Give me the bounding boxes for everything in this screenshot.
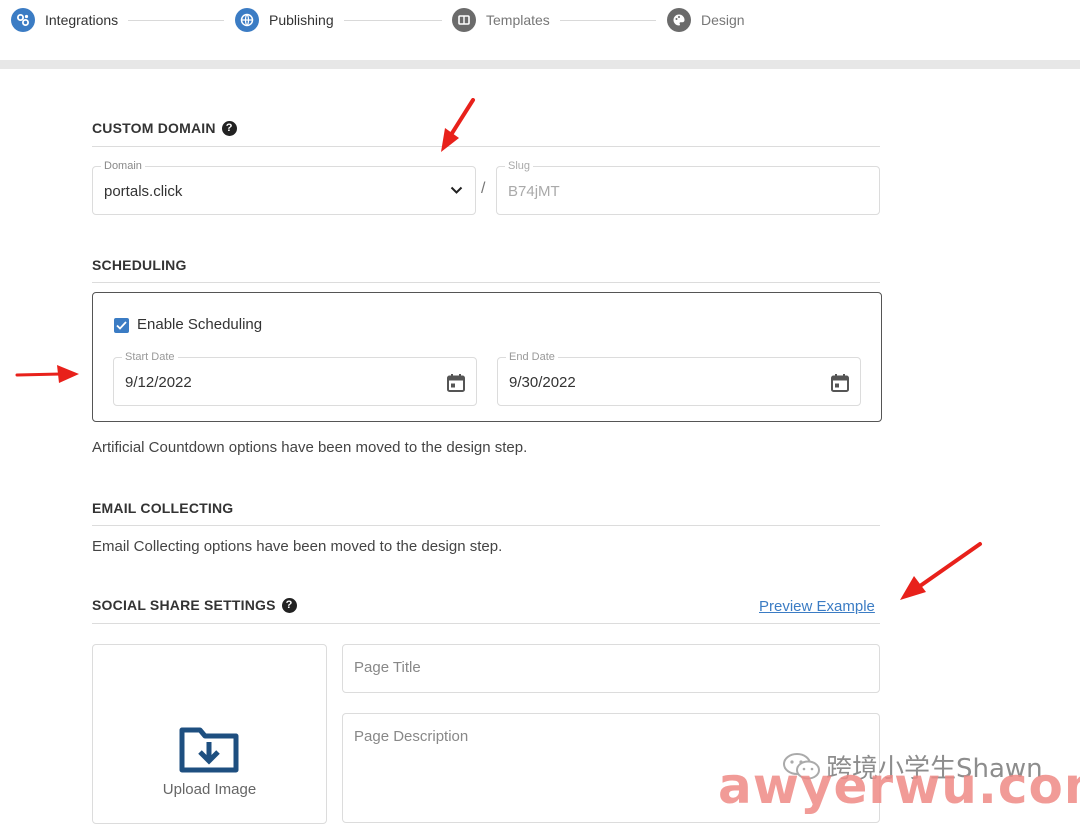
- step-connector: [560, 20, 656, 21]
- layout-icon: [452, 8, 476, 32]
- step-label: Integrations: [45, 12, 119, 28]
- enable-scheduling-checkbox[interactable]: [114, 318, 129, 333]
- section-divider: [92, 146, 880, 147]
- gears-icon: [11, 8, 35, 32]
- help-icon[interactable]: ?: [281, 597, 297, 613]
- step-publishing[interactable]: Publishing: [235, 8, 334, 32]
- page-description-placeholder: Page Description: [354, 728, 469, 745]
- domain-select[interactable]: Domain portals.click: [92, 160, 476, 215]
- step-label: Design: [701, 12, 745, 28]
- email-collecting-title: EMAIL COLLECTING: [92, 500, 234, 516]
- email-collecting-note: Email Collecting options have been moved…: [92, 538, 503, 555]
- annotation-arrow: [441, 98, 475, 152]
- start-date-label: Start Date: [122, 351, 178, 363]
- custom-domain-title: CUSTOM DOMAIN: [92, 120, 216, 136]
- step-templates[interactable]: Templates: [452, 8, 550, 32]
- preview-example-link[interactable]: Preview Example: [759, 598, 875, 615]
- step-design[interactable]: Design: [667, 8, 745, 32]
- section-divider: [92, 525, 880, 526]
- custom-domain-heading: CUSTOM DOMAIN ?: [92, 120, 237, 136]
- start-date-field[interactable]: Start Date 9/12/2022: [113, 351, 477, 406]
- page-title-placeholder: Page Title: [354, 659, 421, 676]
- end-date-value: 9/30/2022: [509, 374, 576, 391]
- folder-download-icon: [179, 727, 239, 773]
- step-label: Templates: [486, 12, 550, 28]
- domain-slug-separator: /: [481, 180, 486, 197]
- enable-scheduling-label[interactable]: Enable Scheduling: [137, 316, 262, 333]
- scheduling-heading: SCHEDULING: [92, 257, 187, 273]
- page-title-input[interactable]: Page Title: [342, 644, 880, 693]
- section-divider: [92, 623, 880, 624]
- help-icon[interactable]: ?: [221, 120, 237, 136]
- end-date-field[interactable]: End Date 9/30/2022: [497, 351, 861, 406]
- domain-value: portals.click: [104, 183, 183, 200]
- calendar-icon[interactable]: [830, 373, 850, 393]
- countdown-note: Artificial Countdown options have been m…: [92, 439, 528, 456]
- end-date-label: End Date: [506, 351, 558, 363]
- calendar-icon[interactable]: [446, 373, 466, 393]
- section-divider: [92, 282, 880, 283]
- annotation-arrow: [15, 365, 79, 383]
- watermark-site: awyerwu.com: [718, 757, 1080, 815]
- annotation-arrow: [900, 542, 982, 600]
- step-integrations[interactable]: Integrations: [11, 8, 118, 32]
- globe-icon: [235, 8, 259, 32]
- email-collecting-heading: EMAIL COLLECTING: [92, 500, 233, 516]
- slug-field[interactable]: Slug B74jMT: [496, 160, 880, 215]
- upload-image-label: Upload Image: [162, 781, 257, 798]
- stepper-header: Integrations Publishing Templates Design: [0, 0, 1080, 62]
- check-icon: [116, 321, 127, 330]
- scheduling-title: SCHEDULING: [92, 257, 187, 273]
- step-connector: [344, 20, 442, 21]
- domain-label: Domain: [101, 160, 145, 172]
- palette-icon: [667, 8, 691, 32]
- social-share-heading: SOCIAL SHARE SETTINGS ?: [92, 597, 297, 613]
- social-share-title: SOCIAL SHARE SETTINGS: [92, 597, 276, 613]
- slug-label: Slug: [505, 160, 534, 172]
- start-date-value: 9/12/2022: [125, 374, 192, 391]
- slug-value: B74jMT: [508, 183, 560, 200]
- chevron-down-icon: [450, 186, 463, 194]
- step-connector: [128, 20, 224, 21]
- header-divider: [0, 60, 1080, 69]
- step-label: Publishing: [269, 12, 334, 28]
